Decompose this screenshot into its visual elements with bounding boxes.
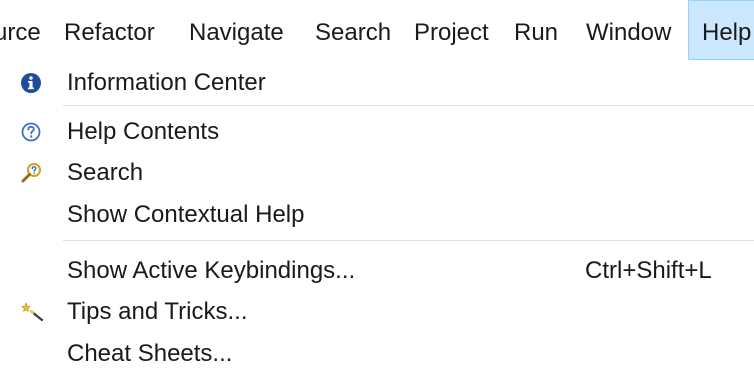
help-contents-icon: [20, 121, 42, 143]
menu-item-label: Cheat Sheets...: [67, 340, 233, 367]
menu-item-tips-and-tricks[interactable]: Tips and Tricks...: [0, 291, 754, 333]
eclipse-window: urce Refactor Navigate Search Project Ru…: [0, 0, 754, 369]
menu-item-shortcut: Ctrl+Shift+L: [585, 257, 712, 284]
info-icon: [20, 72, 42, 94]
menu-item-label: Search: [67, 159, 144, 186]
menu-refactor[interactable]: Refactor: [64, 0, 155, 60]
menu-item-help-contents[interactable]: Help Contents: [0, 111, 754, 153]
menu-search[interactable]: Search: [315, 0, 391, 60]
menu-item-information-center[interactable]: Information Center: [0, 62, 754, 104]
menu-item-label: Help Contents: [67, 118, 220, 145]
menu-run[interactable]: Run: [514, 0, 558, 60]
menu-item-label: Information Center: [67, 69, 266, 96]
menu-item-label: Tips and Tricks...: [67, 298, 248, 325]
menu-item-show-active-keybindings[interactable]: Show Active Keybindings... Ctrl+Shift+L: [0, 250, 754, 292]
menu-navigate[interactable]: Navigate: [189, 0, 284, 60]
menu-item-cheat-sheets[interactable]: Cheat Sheets...: [0, 333, 754, 369]
menu-source[interactable]: urce: [0, 0, 41, 60]
menu-item-search[interactable]: Search: [0, 152, 754, 194]
menu-help[interactable]: Help: [688, 0, 754, 60]
help-search-icon: [20, 162, 42, 184]
menu-bar: urce Refactor Navigate Search Project Ru…: [0, 0, 754, 61]
menu-item-show-contextual-help[interactable]: Show Contextual Help: [0, 194, 754, 236]
help-menu-dropdown: Information Center Help Contents Search …: [0, 60, 754, 369]
menu-separator: [63, 105, 754, 106]
menu-window[interactable]: Window: [586, 0, 671, 60]
menu-item-label: Show Contextual Help: [67, 201, 305, 228]
tips-and-tricks-icon: [20, 301, 44, 323]
menu-project[interactable]: Project: [414, 0, 489, 60]
menu-separator: [63, 240, 754, 241]
menu-item-label: Show Active Keybindings...: [67, 257, 356, 284]
